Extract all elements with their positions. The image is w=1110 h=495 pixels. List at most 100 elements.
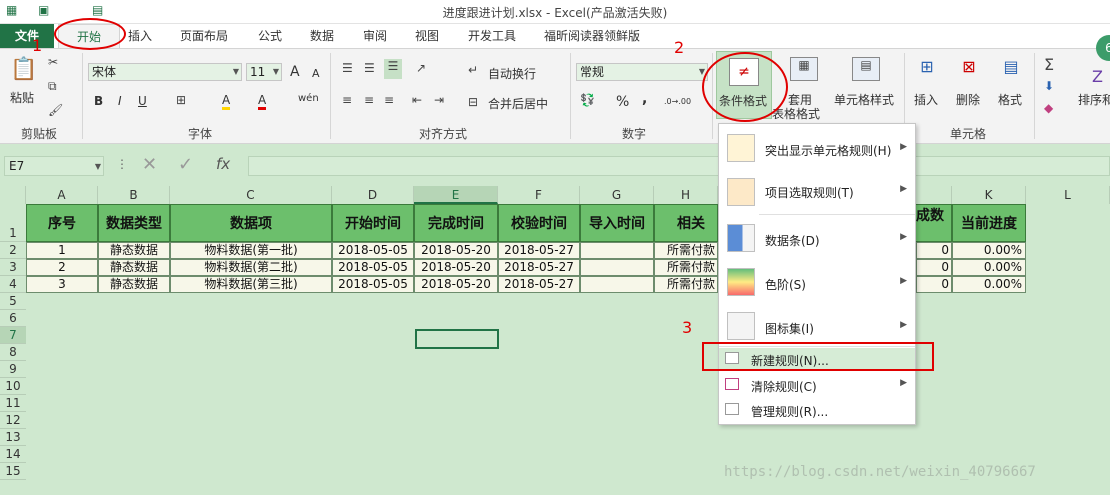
underline-button[interactable]: U bbox=[138, 94, 147, 108]
column-header-selected[interactable]: E bbox=[414, 186, 498, 204]
data-cell[interactable]: 1 bbox=[26, 242, 98, 259]
header-cell[interactable]: 校验时间 bbox=[498, 204, 580, 242]
align-right-icon[interactable]: ≡ bbox=[384, 93, 394, 107]
row-header[interactable]: 4 bbox=[0, 276, 26, 293]
cell-styles-icon[interactable]: ▤ bbox=[852, 57, 880, 81]
sort-filter-icon[interactable]: Z bbox=[1092, 67, 1103, 86]
row-header[interactable]: 8 bbox=[0, 344, 26, 361]
cell-styles-button[interactable]: 单元格样式 bbox=[834, 91, 894, 108]
format-cells-icon[interactable]: ▤ bbox=[998, 57, 1024, 81]
row-header[interactable]: 15 bbox=[0, 463, 26, 480]
format-painter-icon[interactable]: 🖌 bbox=[48, 103, 63, 117]
row-header[interactable]: 5 bbox=[0, 293, 26, 310]
selected-cell-e7[interactable] bbox=[415, 329, 499, 349]
column-header[interactable]: C bbox=[170, 186, 332, 204]
percent-button[interactable]: % bbox=[616, 94, 629, 110]
indent-increase-icon[interactable]: ⇥ bbox=[434, 93, 444, 107]
insert-cells-icon[interactable]: ⊞ bbox=[914, 57, 940, 81]
data-cell[interactable]: 0.00% bbox=[952, 242, 1026, 259]
row-header[interactable]: 11 bbox=[0, 395, 26, 412]
header-cell[interactable]: 开始时间 bbox=[332, 204, 414, 242]
align-center-icon[interactable]: ≡ bbox=[364, 93, 374, 107]
data-cell[interactable]: 物料数据(第三批) bbox=[170, 276, 332, 293]
data-cell[interactable]: 所需付款 bbox=[654, 276, 718, 293]
font-family-select[interactable]: 宋体 ▼ bbox=[88, 63, 242, 81]
row-header[interactable]: 3 bbox=[0, 259, 26, 276]
data-cell[interactable]: 2018-05-27 bbox=[498, 276, 580, 293]
data-cell[interactable]: 所需付款 bbox=[654, 259, 718, 276]
tab-developer[interactable]: 开发工具 bbox=[468, 27, 516, 44]
comma-button[interactable]: , bbox=[642, 91, 647, 107]
data-cell[interactable]: 静态数据 bbox=[98, 242, 170, 259]
data-cell[interactable]: 2018-05-05 bbox=[332, 242, 414, 259]
format-as-table-icon[interactable]: ▦ bbox=[790, 57, 818, 81]
data-cell[interactable] bbox=[580, 276, 654, 293]
row-header-selected[interactable]: 7 bbox=[0, 327, 26, 344]
column-header[interactable]: F bbox=[498, 186, 580, 204]
tab-view[interactable]: 视图 bbox=[415, 27, 439, 44]
align-top-icon[interactable]: ☰ bbox=[342, 61, 353, 75]
more-icon[interactable]: ⋮ bbox=[116, 157, 128, 171]
row-header[interactable]: 6 bbox=[0, 310, 26, 327]
tab-file[interactable]: 文件 bbox=[0, 24, 54, 48]
paste-icon[interactable]: 📋 bbox=[10, 57, 37, 85]
data-cell[interactable]: 2018-05-05 bbox=[332, 276, 414, 293]
data-cell[interactable]: 0.00% bbox=[952, 276, 1026, 293]
tab-review[interactable]: 审阅 bbox=[363, 27, 387, 44]
menu-item-clear-rules[interactable]: 清除规则(C) ▶ bbox=[719, 374, 915, 396]
insert-function-button[interactable]: fx bbox=[216, 155, 230, 173]
italic-button[interactable]: I bbox=[118, 94, 122, 108]
tab-data[interactable]: 数据 bbox=[310, 27, 334, 44]
column-header[interactable]: K bbox=[952, 186, 1026, 204]
wrap-text-button[interactable]: 自动换行 bbox=[488, 65, 536, 82]
header-cell[interactable]: 成数 bbox=[916, 204, 952, 242]
data-cell[interactable]: 2 bbox=[26, 259, 98, 276]
indent-decrease-icon[interactable]: ⇤ bbox=[412, 93, 422, 107]
data-cell[interactable]: 2018-05-20 bbox=[414, 242, 498, 259]
column-header[interactable]: H bbox=[654, 186, 718, 204]
row-header[interactable]: 9 bbox=[0, 361, 26, 378]
menu-item-manage-rules[interactable]: 管理规则(R)... bbox=[719, 399, 915, 421]
data-cell[interactable]: 0.00% bbox=[952, 259, 1026, 276]
tab-foxit[interactable]: 福昕阅读器领鲜版 bbox=[544, 27, 640, 44]
merge-center-icon[interactable]: ⊟ bbox=[468, 95, 478, 109]
fill-icon[interactable]: ⬇ bbox=[1044, 79, 1054, 93]
row-header[interactable]: 12 bbox=[0, 412, 26, 429]
increase-decimal-button[interactable]: .0→.00 bbox=[664, 97, 691, 106]
insert-cells-button[interactable]: 插入 bbox=[914, 91, 938, 108]
data-cell[interactable]: 2018-05-05 bbox=[332, 259, 414, 276]
data-cell[interactable]: 物料数据(第一批) bbox=[170, 242, 332, 259]
row-header[interactable]: 14 bbox=[0, 446, 26, 463]
delete-cells-icon[interactable]: ⊠ bbox=[956, 57, 982, 81]
shrink-font-button[interactable]: A bbox=[312, 67, 320, 80]
name-box[interactable]: E7 ▼ bbox=[4, 156, 104, 176]
number-format-select[interactable]: 常规 ▼ bbox=[576, 63, 708, 81]
menu-item-data-bars[interactable]: 数据条(D) ▶ bbox=[719, 218, 915, 258]
column-header[interactable]: A bbox=[26, 186, 98, 204]
row-header[interactable]: 13 bbox=[0, 429, 26, 446]
merge-center-button[interactable]: 合并后居中 bbox=[488, 95, 548, 112]
data-cell[interactable] bbox=[580, 259, 654, 276]
row-header[interactable]: 2 bbox=[0, 242, 26, 259]
data-cell[interactable]: 物料数据(第二批) bbox=[170, 259, 332, 276]
clear-icon[interactable]: ◆ bbox=[1044, 101, 1053, 115]
column-header[interactable]: G bbox=[580, 186, 654, 204]
data-cell[interactable]: 3 bbox=[26, 276, 98, 293]
paste-button[interactable]: 粘贴 bbox=[10, 89, 34, 106]
row-header[interactable]: 10 bbox=[0, 378, 26, 395]
header-cell[interactable]: 相关配 bbox=[654, 204, 718, 270]
borders-icon[interactable]: ⊞ bbox=[176, 93, 186, 107]
grow-font-button[interactable]: A bbox=[290, 64, 300, 80]
orientation-icon[interactable]: ↗ bbox=[416, 61, 426, 75]
font-color-button[interactable]: A bbox=[258, 93, 267, 110]
header-cell[interactable]: 数据类型 bbox=[98, 204, 170, 242]
font-size-select[interactable]: 11 ▼ bbox=[246, 63, 282, 81]
tab-formulas[interactable]: 公式 bbox=[258, 27, 282, 44]
data-cell[interactable]: 静态数据 bbox=[98, 259, 170, 276]
menu-item-top-bottom-rules[interactable]: 项目选取规则(T) ▶ bbox=[719, 172, 915, 212]
data-cell[interactable]: 2018-05-27 bbox=[498, 259, 580, 276]
data-cell[interactable]: 0 bbox=[916, 259, 952, 276]
align-left-icon[interactable]: ≡ bbox=[342, 93, 352, 107]
bold-button[interactable]: B bbox=[94, 94, 103, 108]
format-cells-button[interactable]: 格式 bbox=[998, 91, 1022, 108]
